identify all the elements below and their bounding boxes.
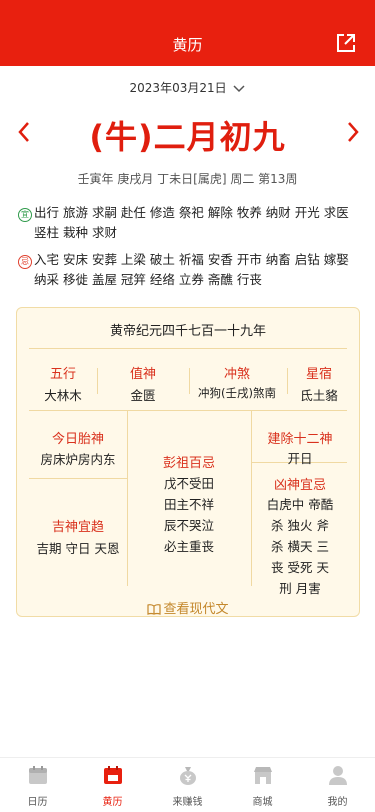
xiongshen-line: 丧 受死 天: [271, 560, 329, 575]
jishen-label: 吉神宜趋: [51, 520, 104, 535]
avoid-badge: 忌: [18, 255, 32, 269]
almanac-detail-card: 黄帝纪元四千七百一十九年 五行 大林木 值神 金匮 冲煞 冲狗(壬戌)煞南 星宿…: [16, 307, 360, 617]
book-icon: [147, 604, 162, 615]
xingxiu-label: 星宿: [305, 367, 332, 382]
huangdi-era: 黄帝纪元四千七百一十九年: [109, 324, 266, 339]
jianchu-value: 开日: [287, 451, 313, 466]
divider: [97, 368, 98, 394]
taishen-value: 房床炉房内东: [40, 452, 116, 467]
money-bag-icon: [179, 767, 196, 785]
xiongshen-line: 刑 月害: [279, 581, 321, 596]
jianchu-label: 建除十二神: [267, 432, 333, 447]
zhishen-value: 金匮: [130, 388, 156, 403]
tab-label: 来赚钱: [172, 797, 203, 808]
chongsha-label: 冲煞: [223, 367, 250, 382]
calendar-icon: [28, 766, 47, 784]
xiongshen-label: 凶神宜忌: [273, 478, 326, 493]
suitable-activities: 出行 旅游 求嗣 赴任 修造 祭祀 解除 牧养 纳财 开光 求医 竖柱 栽种 求…: [34, 205, 349, 240]
top-bar: 黄历: [0, 0, 375, 66]
xiongshen-line: 杀 横天 三: [271, 539, 329, 554]
xiongshen-line: 杀 独火 斧: [271, 518, 329, 533]
shop-icon: [253, 767, 272, 784]
divider: [189, 368, 190, 394]
tab-shop[interactable]: 商城: [225, 764, 300, 808]
tab-label: 商城: [252, 797, 273, 808]
pengzu-line: 辰不哭泣: [163, 518, 214, 533]
tab-almanac[interactable]: 黄历: [75, 764, 150, 808]
taishen-label: 今日胎神: [51, 432, 104, 447]
tab-label: 我的: [327, 797, 348, 808]
view-modern-text-link[interactable]: 查看现代文: [17, 598, 359, 617]
lunar-date-title: (牛)二月初九: [89, 118, 286, 156]
share-icon[interactable]: [335, 32, 357, 54]
pengzu-line: 戊不受田: [163, 476, 214, 491]
xiongshen-line: 白虎中 帝酷: [266, 497, 334, 512]
tab-label: 黄历: [102, 797, 123, 808]
divider: [29, 348, 347, 349]
jishen-value: 吉期 守日 天恩: [36, 541, 120, 556]
zhishen-label: 值神: [129, 367, 156, 382]
profile-icon: [328, 766, 347, 785]
date-picker[interactable]: 2023年03月21日: [0, 79, 375, 96]
xingxiu-value: 氐土貉: [300, 388, 338, 403]
almanac-screen: 黄历 2023年03月21日 (牛)二月初九 壬寅年 庚戌月 丁未日[属虎] 周…: [0, 0, 375, 812]
chevron-down-icon: [233, 84, 245, 92]
tab-label: 日历: [27, 797, 48, 808]
tab-earn-money[interactable]: 来赚钱: [150, 764, 225, 808]
wuxing-value: 大林木: [44, 388, 82, 403]
suitable-badge: 宜: [18, 208, 32, 222]
tab-calendar[interactable]: 日历: [0, 764, 75, 808]
almanac-icon: [103, 766, 122, 784]
wuxing-label: 五行: [49, 367, 76, 382]
pengzu-line: 田主不祥: [163, 497, 214, 512]
view-modern-text-label: 查看现代文: [163, 602, 229, 617]
avoid-section: 忌 入宅 安床 安葬 上梁 破土 祈福 安香 开市 纳畜 启钻 嫁娶 纳采 移徙…: [18, 250, 361, 290]
next-day-arrow-icon[interactable]: [345, 120, 361, 144]
divider: [29, 478, 127, 479]
avoid-activities: 入宅 安床 安葬 上梁 破土 祈福 安香 开市 纳畜 启钻 嫁娶 纳采 移徙 盖…: [34, 252, 349, 287]
bottom-tab-bar: 日历 黄历 来赚钱 商城 我的: [0, 757, 375, 812]
divider: [29, 410, 347, 411]
suitable-section: 宜 出行 旅游 求嗣 赴任 修造 祭祀 解除 牧养 纳财 开光 求医 竖柱 栽种…: [18, 203, 361, 243]
tab-profile[interactable]: 我的: [300, 764, 375, 808]
pengzu-line: 必主重丧: [163, 539, 214, 554]
pengzu-label: 彭祖百忌: [162, 456, 215, 471]
ganzhi-date: 壬寅年 庚戌月 丁未日[属虎] 周二 第13周: [77, 172, 298, 186]
date-picker-label: 2023年03月21日: [129, 81, 227, 95]
chongsha-value: 冲狗(壬戌)煞南: [198, 386, 276, 400]
page-title: 黄历: [172, 36, 203, 54]
